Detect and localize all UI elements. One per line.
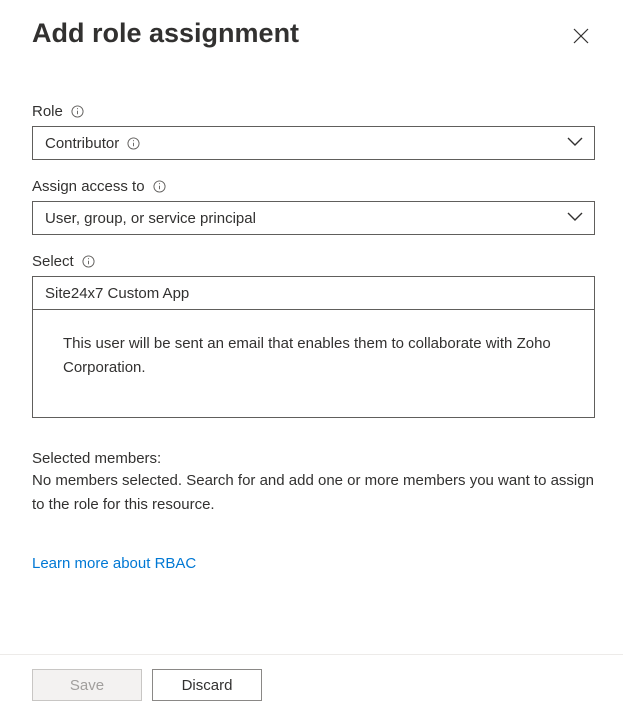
info-icon[interactable] bbox=[71, 105, 84, 118]
select-label-row: Select bbox=[32, 253, 595, 270]
chevron-down-icon bbox=[566, 134, 584, 152]
discard-button[interactable]: Discard bbox=[152, 669, 262, 701]
learn-more-link[interactable]: Learn more about RBAC bbox=[32, 555, 196, 572]
close-icon bbox=[573, 32, 589, 47]
role-field: Role Contributor bbox=[32, 103, 595, 160]
role-dropdown[interactable]: Contributor bbox=[32, 126, 595, 160]
panel-header: Add role assignment bbox=[32, 16, 595, 53]
select-field: Select This user will be sent an email t… bbox=[32, 253, 595, 418]
learn-more-section: Learn more about RBAC bbox=[32, 555, 595, 573]
role-value-text: Contributor bbox=[45, 135, 119, 152]
select-info-box[interactable]: This user will be sent an email that ena… bbox=[32, 310, 595, 418]
close-button[interactable] bbox=[567, 22, 595, 53]
role-dropdown-value: Contributor bbox=[45, 135, 140, 152]
select-input-wrap bbox=[32, 276, 595, 310]
role-label: Role bbox=[32, 103, 63, 120]
panel-footer: Save Discard bbox=[0, 654, 623, 715]
chevron-down-icon bbox=[566, 209, 584, 227]
panel-title: Add role assignment bbox=[32, 16, 299, 51]
assign-access-label: Assign access to bbox=[32, 178, 145, 195]
add-role-assignment-panel: Add role assignment Role Con bbox=[0, 0, 623, 715]
info-icon[interactable] bbox=[127, 137, 140, 150]
selected-members-section: Selected members: No members selected. S… bbox=[32, 450, 595, 517]
assign-access-dropdown[interactable]: User, group, or service principal bbox=[32, 201, 595, 235]
select-info-text: This user will be sent an email that ena… bbox=[33, 310, 594, 390]
selected-members-title: Selected members: bbox=[32, 450, 595, 467]
assign-access-dropdown-value: User, group, or service principal bbox=[45, 210, 256, 227]
save-button[interactable]: Save bbox=[32, 669, 142, 701]
assign-access-field: Assign access to User, group, or service… bbox=[32, 178, 595, 235]
select-input[interactable] bbox=[32, 276, 595, 310]
info-icon[interactable] bbox=[82, 255, 95, 268]
role-label-row: Role bbox=[32, 103, 595, 120]
select-label: Select bbox=[32, 253, 74, 270]
selected-members-body: No members selected. Search for and add … bbox=[32, 469, 595, 517]
info-icon[interactable] bbox=[153, 180, 166, 193]
assign-access-label-row: Assign access to bbox=[32, 178, 595, 195]
